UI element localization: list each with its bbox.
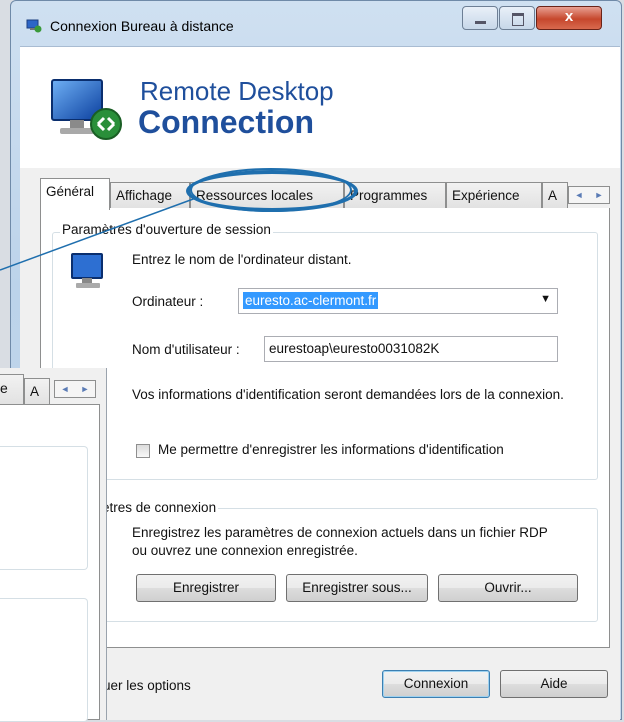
secondary-groupbox-2 [0,598,88,722]
tab-display[interactable]: Affichage [110,182,190,208]
instruction-text: Entrez le nom de l'ordinateur distant. [132,252,352,267]
minimize-button[interactable] [462,6,498,30]
close-button[interactable]: x [536,6,602,30]
hide-options-link[interactable]: juer les options [100,678,191,693]
window-title: Connexion Bureau à distance [50,18,234,34]
session-legend: Paramètres d'ouverture de session [60,222,273,237]
secondary-tab-fragment[interactable]: e [0,374,24,404]
tab-experience[interactable]: Expérience [446,182,542,208]
tab-programs[interactable]: Programmes [344,182,446,208]
computer-icon [71,253,103,288]
open-button[interactable]: Ouvrir... [438,574,578,602]
annotation-highlight-ring-inner [190,168,352,212]
tab-scroll-right-icon[interactable]: ► [589,187,609,203]
tab-advanced[interactable]: A [542,182,568,208]
help-button[interactable]: Aide [500,670,608,698]
connect-button[interactable]: Connexion [382,670,490,698]
header-title-line2: Connection [138,104,314,140]
save-as-button[interactable]: Enregistrer sous... [286,574,428,602]
credentials-info-text: Vos informations d'identification seront… [132,387,564,402]
username-label: Nom d'utilisateur : [132,342,240,357]
tab-general[interactable]: Général [40,178,110,210]
tab-scroll-arrows[interactable]: ◄ ► [568,186,610,204]
header-title-line1: Remote Desktop [140,76,334,106]
remote-desktop-icon [51,79,122,140]
close-icon: x [564,8,574,25]
chevron-down-icon[interactable]: ▼ [540,293,551,305]
maximize-button[interactable] [499,6,535,30]
save-button[interactable]: Enregistrer [136,574,276,602]
tab-scroll-left-icon[interactable]: ◄ [569,187,589,203]
secondary-tab-scroll-arrows[interactable]: ◄ ► [54,380,96,398]
secondary-tabstrip: e A ◄ ► [0,374,106,404]
secondary-tab-advanced[interactable]: A [24,378,50,404]
computer-combobox[interactable]: euresto.ac-clermont.fr ▼ [238,288,558,314]
remember-credentials-label: Me permettre d'enregistrer les informati… [158,442,504,457]
connection-settings-legend: ètres de connexion [100,500,219,515]
secondary-scroll-left-icon[interactable]: ◄ [55,381,75,397]
remember-credentials-checkbox[interactable] [136,444,150,458]
computer-label: Ordinateur : [132,294,204,309]
computer-value: euresto.ac-clermont.fr [243,292,379,309]
secondary-scroll-right-icon[interactable]: ► [75,381,95,397]
username-field[interactable]: eurestoap\euresto0031082K [264,336,558,362]
app-icon [26,19,42,33]
connection-settings-description: Enregistrez les paramètres de connexion … [132,525,548,558]
secondary-groupbox-1 [0,446,88,570]
